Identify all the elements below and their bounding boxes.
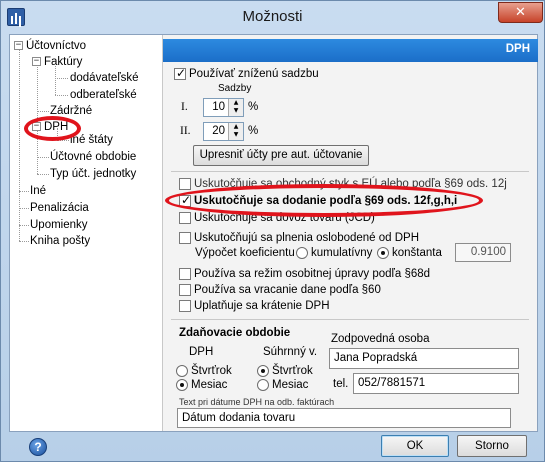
window-title: Možnosti [242,8,303,25]
dialog-body: − Účtovníctvo − Faktúry dodávateľské odber… [9,34,538,432]
tree-item-label: Iné [30,185,46,197]
coef-constant-radio[interactable]: konštanta [377,247,442,259]
reduced-rate-checkbox[interactable]: Používať zníženú sadzbu [174,66,319,81]
tree-item-label: Účtovníctvo [26,40,87,52]
tree-item-faktury[interactable]: − Faktúry [32,55,82,69]
tree-item-penalizacia[interactable]: Penalizácia [30,201,89,215]
coef-label: Výpočet koeficientu [195,247,295,259]
tax-period-summary-label: Súhrnný v. [263,346,318,358]
tree-item-odberatelske[interactable]: odberateľské [70,88,137,102]
title-bar: Možnosti ✕ [1,1,544,33]
checkbox-label: Používa sa vracanie dane podľa §60 [194,284,381,297]
radio-circle[interactable] [377,247,389,259]
date-text-label: Text pri dátume DPH na odb. faktúrach [179,397,335,407]
spin-arrows-icon[interactable]: ▲ ▼ [228,99,243,116]
ok-button[interactable]: OK [381,435,449,457]
collapse-icon[interactable]: − [14,41,23,51]
rates-label: Sadzby [218,83,252,94]
close-button[interactable]: ✕ [498,2,543,23]
rate2-value: 20 [212,125,225,137]
radio-circle[interactable] [257,365,269,377]
radio-circle[interactable] [296,247,308,259]
radio-label: kumulatívny [311,247,373,260]
tree-item-label: Typ účt. jednotky [50,168,137,180]
checkbox-label: Uskutočňujú sa plnenia oslobodené od DPH [194,232,420,245]
radio-label: Mesiac [272,379,309,392]
radio-circle[interactable] [176,379,188,391]
spin-arrows-icon[interactable]: ▲ ▼ [228,123,243,140]
checkbox-box[interactable] [179,284,191,296]
rate2-roman: II. [180,125,191,137]
checkbox-box[interactable] [179,232,191,244]
options-window: Možnosti ✕ − Účtovníctvo − Faktúry dodávat… [0,0,545,462]
tree-item-ine[interactable]: Iné [30,184,46,198]
panel-title: DPH [505,43,530,55]
shortening-checkbox[interactable]: Uplatňuje sa krátenie DPH [179,300,330,312]
tree-item-label: odberateľské [70,89,137,101]
rate1-unit: % [248,101,259,113]
rate2-unit: % [248,125,259,137]
radio-circle[interactable] [176,365,188,377]
tree-item-typ-uct-jednotky[interactable]: Typ účt. jednotky [50,167,136,181]
summary-monthly-radio[interactable]: Mesiac [257,379,308,391]
help-icon[interactable]: ? [29,438,47,456]
tree-item-label: Kniha pošty [30,235,91,247]
checkbox-box[interactable] [174,66,186,80]
exempt-checkbox[interactable]: Uskutočňujú sa plnenia oslobodené od DPH [179,232,419,244]
cancel-button[interactable]: Storno [457,435,527,457]
checkbox-label: Používať zníženú sadzbu [189,68,319,81]
button-bar: ? OK Storno [1,433,544,461]
tree-item-label: dodávateľské [70,72,139,84]
radio-label: Štvrťrok [191,365,232,378]
settings-tree: − Účtovníctvo − Faktúry dodávateľské odber… [10,35,162,431]
radio-label: konštanta [392,247,442,260]
dph-highlight-ellipse [24,116,81,141]
date-text-field[interactable]: Dátum dodania tovaru [177,408,511,428]
tree-item-dodavatelske[interactable]: dodávateľské [70,71,139,85]
separator [171,171,529,172]
responsible-name-field[interactable]: Jana Popradská [329,348,519,369]
rate1-value: 10 [212,101,225,113]
rate2-spinner[interactable]: 20 ▲ ▼ [203,122,244,141]
tree-item-upomienky[interactable]: Upomienky [30,218,88,232]
rate1-roman: I. [181,101,188,113]
tree-item-kniha-posty[interactable]: Kniha pošty [30,234,90,248]
rate1-spinner[interactable]: 10 ▲ ▼ [203,98,244,117]
tree-item-label: Upomienky [30,219,88,231]
checkbox-box[interactable] [179,300,191,312]
tree-item-label: Faktúry [44,56,83,68]
supply-highlight-ellipse [165,184,483,217]
responsible-label: Zodpovedná osoba [331,333,430,345]
adjust-accounts-button[interactable]: Upresniť účty pre aut. účtovanie [193,145,369,166]
collapse-icon[interactable]: − [32,57,41,67]
radio-circle[interactable] [257,379,269,391]
refund-checkbox[interactable]: Používa sa vracanie dane podľa §60 [179,284,381,296]
radio-label: Mesiac [191,379,228,392]
phone-field[interactable]: 052/7881571 [353,373,519,394]
radio-label: Štvrťrok [272,365,313,378]
checkbox-box[interactable] [179,178,191,190]
tree-item-label: Účtovné obdobie [50,151,137,163]
panel-header: DPH [163,39,538,62]
checkbox-box[interactable] [179,212,191,224]
special-regime-checkbox[interactable]: Používa sa režim osobitnej úpravy podľa … [179,268,430,280]
tax-period-title: Zdaňovacie obdobie [179,327,291,339]
checkbox-label: Uplatňuje sa krátenie DPH [194,300,330,313]
dph-settings-panel: DPH Používať zníženú sadzbu Sadzby I. 10… [162,35,538,431]
dph-monthly-radio[interactable]: Mesiac [176,379,227,391]
tree-item-label: Penalizácia [30,202,89,214]
dph-quarterly-radio[interactable]: Štvrťrok [176,365,232,377]
checkbox-label: Používa sa režim osobitnej úpravy podľa … [194,268,431,281]
tax-period-dph-label: DPH [189,346,214,358]
summary-quarterly-radio[interactable]: Štvrťrok [257,365,313,377]
tel-label: tel. [333,378,349,390]
tree-item-uctovne-obdobie[interactable]: Účtovné obdobie [50,150,136,164]
tree-item-uctovnictvo[interactable]: − Účtovníctvo [14,39,86,53]
checkbox-box[interactable] [179,268,191,280]
coef-cumulative-radio[interactable]: kumulatívny [296,247,372,259]
coef-value-field[interactable]: 0.9100 [455,243,511,262]
tree-item-label: iné štáty [70,134,113,146]
separator [171,319,529,320]
